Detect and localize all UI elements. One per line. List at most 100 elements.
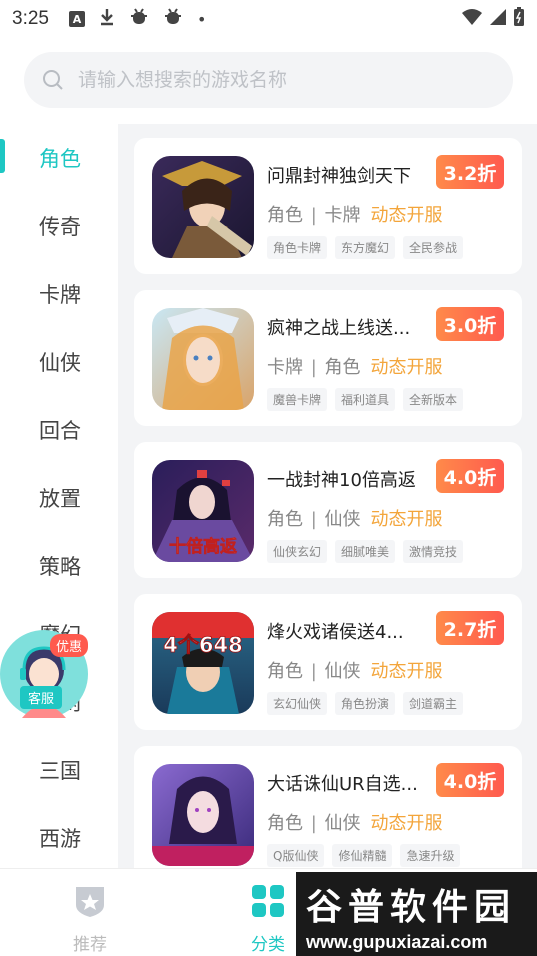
customer-service-float[interactable]: 优惠 客服 — [0, 630, 90, 720]
game-tag: 细腻唯美 — [335, 540, 396, 563]
game-tag: 东方魔幻 — [335, 236, 396, 259]
sidebar-item-label: 角色 — [39, 147, 81, 171]
watermark-title: 谷普软件园 — [306, 887, 517, 928]
sidebar-item-label: 回合 — [39, 419, 81, 443]
game-category: 角色 — [267, 205, 303, 226]
sidebar-item-label: 三国 — [39, 759, 81, 783]
game-meta: 角色 | 卡牌 动态开服 — [267, 205, 443, 226]
tag-list: 仙侠玄幻 细腻唯美 激情竞技 — [267, 540, 464, 563]
category-sidebar: 角色 传奇 卡牌 仙侠 回合 放置 策略 魔幻 休闲 三国 西游 — [0, 124, 118, 868]
game-title: 大话诛仙UR自选... — [267, 774, 418, 795]
active-indicator — [0, 139, 5, 173]
game-tag: 角色扮演 — [335, 692, 396, 715]
game-category: 角色 — [267, 661, 303, 682]
service-status: 动态开服 — [370, 661, 443, 682]
discount-badge: 4.0折 — [436, 459, 504, 493]
tag-list: Q版仙侠 修仙精髓 急速升级 — [267, 844, 461, 867]
sidebar-item-journey-west[interactable]: 西游 — [0, 804, 118, 868]
game-card[interactable]: 4个648 烽火戏诸侯送4... 2.7折 角色 | 仙侠 动态开服 玄幻仙侠 角… — [134, 594, 522, 730]
game-title: 烽火戏诸侯送4... — [267, 622, 404, 643]
wifi-icon — [461, 8, 483, 31]
promo-badge: 优惠 — [50, 634, 89, 657]
sidebar-item-turn-based[interactable]: 回合 — [0, 396, 118, 464]
game-tag: 全民参战 — [403, 236, 464, 259]
game-tag: 激情竞技 — [403, 540, 464, 563]
game-tag: Q版仙侠 — [267, 844, 325, 867]
notification-a-icon: A — [68, 11, 85, 27]
game-category: 仙侠 — [324, 509, 361, 530]
discount-badge: 2.7折 — [436, 611, 504, 645]
service-status: 动态开服 — [370, 509, 443, 530]
game-category: 角色 — [324, 357, 361, 378]
service-status: 动态开服 — [370, 357, 443, 378]
sidebar-item-card[interactable]: 卡牌 — [0, 260, 118, 328]
game-tag: 仙侠玄幻 — [267, 540, 328, 563]
battery-icon — [513, 6, 525, 32]
sidebar-item-label: 卡牌 — [39, 283, 81, 307]
search-input[interactable] — [78, 69, 458, 91]
game-category: 卡牌 — [324, 205, 361, 226]
bug-icon — [163, 8, 183, 30]
status-bar: 3:25 A • — [0, 0, 537, 38]
game-thumbnail — [152, 764, 254, 866]
game-title: 疯神之战上线送... — [267, 318, 411, 339]
game-meta: 角色 | 仙侠 动态开服 — [267, 813, 443, 834]
game-tag: 修仙精髓 — [332, 844, 393, 867]
sidebar-item-label: 仙侠 — [39, 351, 81, 375]
game-meta: 角色 | 仙侠 动态开服 — [267, 509, 443, 530]
search-icon — [43, 70, 63, 90]
game-thumbnail — [152, 156, 254, 258]
game-card[interactable]: 疯神之战上线送... 3.0折 卡牌 | 角色 动态开服 魔兽卡牌 福利道具 全新… — [134, 290, 522, 426]
thumbnail-text: 4个648 — [163, 633, 242, 657]
game-tag: 福利道具 — [335, 388, 396, 411]
sidebar-item-strategy[interactable]: 策略 — [0, 532, 118, 600]
game-tag: 角色卡牌 — [267, 236, 328, 259]
game-thumbnail: 十倍高返 — [152, 460, 254, 562]
sidebar-item-three-kingdoms[interactable]: 三国 — [0, 736, 118, 804]
customer-service-label: 客服 — [20, 686, 63, 709]
nav-label: 推荐 — [73, 935, 107, 955]
grid-icon — [252, 885, 284, 917]
service-status: 动态开服 — [370, 813, 443, 834]
download-icon — [99, 8, 115, 30]
game-tag: 全新版本 — [403, 388, 464, 411]
watermark-url: www.gupuxiazai.com — [306, 932, 488, 952]
game-category: 角色 — [267, 813, 303, 834]
game-card[interactable]: 十倍高返 一战封神10倍高返 4.0折 角色 | 仙侠 动态开服 仙侠玄幻 细腻唯… — [134, 442, 522, 578]
thumbnail-text: 十倍高返 — [169, 536, 237, 557]
game-title: 问鼎封神独剑天下 — [267, 166, 411, 187]
game-list: 问鼎封神独剑天下 3.2折 角色 | 卡牌 动态开服 角色卡牌 东方魔幻 全民参战… — [118, 124, 537, 868]
nav-recommend[interactable]: 推荐 — [50, 883, 130, 955]
game-category: 仙侠 — [324, 813, 361, 834]
game-card[interactable]: 大话诛仙UR自选... 4.0折 角色 | 仙侠 动态开服 Q版仙侠 修仙精髓 急… — [134, 746, 522, 868]
dot-icon: • — [196, 9, 207, 29]
service-status: 动态开服 — [370, 205, 443, 226]
game-meta: 角色 | 仙侠 动态开服 — [267, 661, 443, 682]
game-tag: 魔兽卡牌 — [267, 388, 328, 411]
game-category: 卡牌 — [267, 357, 303, 378]
sidebar-item-label: 西游 — [39, 827, 81, 851]
discount-badge: 3.2折 — [436, 155, 504, 189]
game-thumbnail: 4个648 — [152, 612, 254, 714]
game-tag: 玄幻仙侠 — [267, 692, 328, 715]
tag-list: 角色卡牌 东方魔幻 全民参战 — [267, 236, 464, 259]
game-category: 仙侠 — [324, 661, 361, 682]
sidebar-item-role[interactable]: 角色 — [0, 124, 118, 192]
game-tag: 剑道霸主 — [403, 692, 464, 715]
discount-badge: 4.0折 — [436, 763, 504, 797]
game-category: 角色 — [267, 509, 303, 530]
watermark-logo: 谷普软件园 www.gupuxiazai.com — [296, 872, 537, 956]
game-tag: 急速升级 — [400, 844, 461, 867]
discount-badge: 3.0折 — [436, 307, 504, 341]
sidebar-item-legend[interactable]: 传奇 — [0, 192, 118, 260]
sidebar-item-idle[interactable]: 放置 — [0, 464, 118, 532]
bug-icon — [129, 8, 149, 30]
sidebar-item-label: 传奇 — [39, 215, 81, 239]
sidebar-item-xianxia[interactable]: 仙侠 — [0, 328, 118, 396]
search-bar[interactable] — [24, 52, 513, 108]
status-time: 3:25 — [12, 8, 49, 29]
shield-star-icon — [76, 887, 104, 917]
game-title: 一战封神10倍高返 — [267, 470, 416, 491]
tag-list: 玄幻仙侠 角色扮演 剑道霸主 — [267, 692, 464, 715]
game-card[interactable]: 问鼎封神独剑天下 3.2折 角色 | 卡牌 动态开服 角色卡牌 东方魔幻 全民参战 — [134, 138, 522, 274]
